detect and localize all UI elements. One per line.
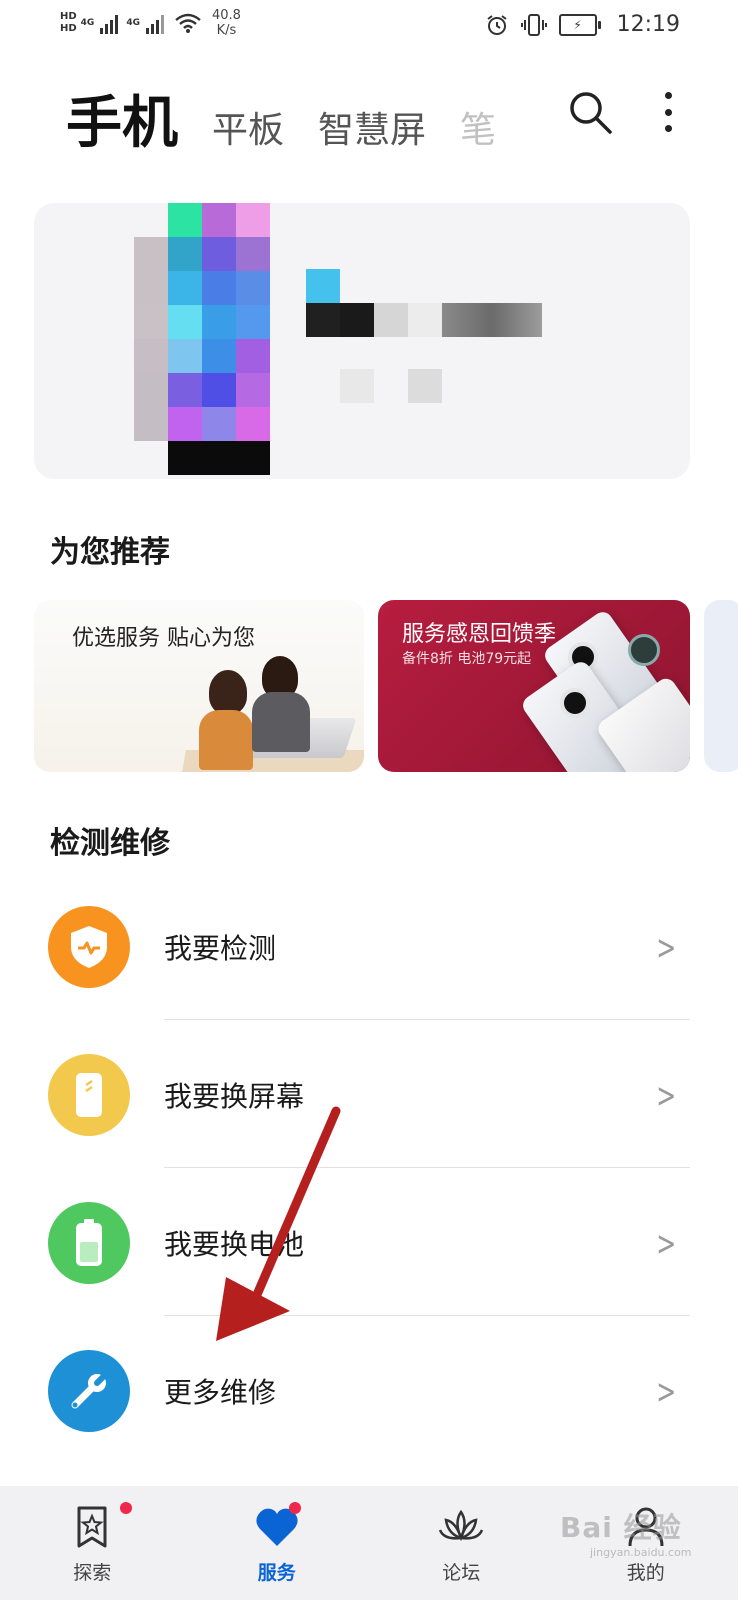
tab-laptop[interactable]: 笔 xyxy=(460,101,498,153)
speed-value: 40.8 xyxy=(211,8,241,23)
alarm-icon xyxy=(486,14,507,35)
battery-icon xyxy=(48,1202,130,1284)
phone-camera-2 xyxy=(560,688,590,718)
nav-service-label: 服务 xyxy=(257,1562,296,1584)
recommend-section-title: 为您推荐 xyxy=(50,535,170,570)
tab-smart-screen[interactable]: 智慧屏 xyxy=(318,101,426,153)
nav-mine-label: 我的 xyxy=(626,1562,665,1584)
network-type-2: 4G xyxy=(126,18,140,28)
repair-item-label: 我要检测 xyxy=(164,932,277,965)
hd-indicator: HD HD xyxy=(60,11,77,35)
explore-icon xyxy=(77,1506,107,1548)
vibrate-icon xyxy=(520,13,547,36)
service-badge xyxy=(288,1502,301,1514)
watch-graphic xyxy=(628,634,660,666)
network-type-1: 4G xyxy=(80,18,95,28)
repair-item-more[interactable]: 更多维修 > xyxy=(48,1316,690,1464)
nav-service[interactable]: 服务 xyxy=(185,1486,370,1600)
person-body-2 xyxy=(252,692,310,752)
person-head-1 xyxy=(209,670,247,714)
repair-item-battery[interactable]: 我要换电池 > xyxy=(48,1168,690,1316)
nav-explore[interactable]: 探索 xyxy=(0,1486,185,1600)
repair-item-label: 我要换屏幕 xyxy=(164,1080,305,1113)
battery-status-icon: ⚡ xyxy=(558,13,601,36)
chevron-right-icon: > xyxy=(655,1372,676,1412)
network-speed: 40.8 K/s xyxy=(212,8,241,38)
wrench-icon xyxy=(48,1350,130,1432)
status-left: HD HD 4G 4G 40.8 K/s xyxy=(60,8,241,38)
phone-screen-icon xyxy=(48,1054,130,1136)
wifi-icon xyxy=(175,13,201,33)
repair-item-check[interactable]: 我要检测 > xyxy=(48,872,690,1020)
tab-tablet[interactable]: 平板 xyxy=(212,101,284,153)
nav-forum[interactable]: 论坛 xyxy=(369,1486,554,1600)
device-card[interactable] xyxy=(34,203,690,479)
banner-2-subtitle: 备件8折 电池79元起 xyxy=(402,651,532,667)
repair-item-label: 我要换电池 xyxy=(164,1228,305,1261)
device-tabs: 手机 平板 智慧屏 笔 xyxy=(66,78,498,156)
nav-forum-label: 论坛 xyxy=(442,1562,481,1584)
person-body-1 xyxy=(199,710,253,770)
shield-icon xyxy=(48,906,130,988)
watermark-sub: jingyan.baidu.com xyxy=(590,1546,692,1559)
signal-2-icon xyxy=(145,12,164,34)
hd1-label: HD xyxy=(60,11,77,22)
signal-1-icon xyxy=(100,12,119,34)
repair-section-title: 检测维修 xyxy=(50,826,170,861)
status-bar: HD HD 4G 4G 40.8 K/s ⚡ 12:19 xyxy=(0,0,738,56)
nav-explore-label: 探索 xyxy=(73,1562,112,1584)
banner-next-peek[interactable] xyxy=(704,600,738,772)
speed-unit: K/s xyxy=(216,23,237,38)
watermark-text: Bai 经验 xyxy=(560,1511,682,1544)
banner-quality-service[interactable]: 优选服务 贴心为您 xyxy=(34,600,364,772)
explore-badge xyxy=(120,1502,132,1514)
clock: 12:19 xyxy=(616,12,680,37)
more-options-icon[interactable] xyxy=(656,88,680,136)
banner-1-text: 优选服务 贴心为您 xyxy=(72,626,255,651)
chevron-right-icon: > xyxy=(655,1076,676,1116)
status-right: ⚡ 12:19 xyxy=(485,12,680,37)
banner-2-title: 服务感恩回馈季 xyxy=(402,622,557,647)
chevron-right-icon: > xyxy=(655,928,676,968)
repair-item-screen[interactable]: 我要换屏幕 > xyxy=(48,1020,690,1168)
tab-phone[interactable]: 手机 xyxy=(66,78,178,159)
chevron-right-icon: > xyxy=(655,1224,676,1264)
repair-item-label: 更多维修 xyxy=(164,1376,277,1409)
search-icon[interactable] xyxy=(566,88,614,136)
device-image-mosaic xyxy=(134,203,270,475)
lotus-icon xyxy=(439,1509,484,1542)
banner-service-thanks[interactable]: 服务感恩回馈季 备件8折 电池79元起 xyxy=(378,600,690,772)
hd2-label: HD xyxy=(60,23,77,34)
